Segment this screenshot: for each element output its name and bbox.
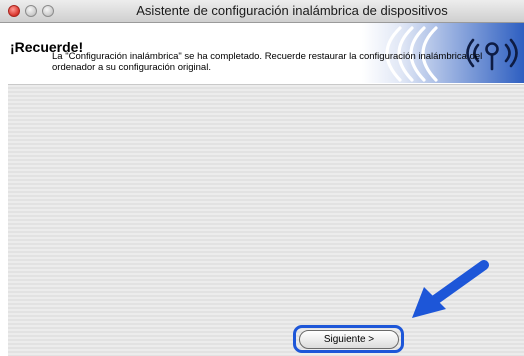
title-bar[interactable]: Asistente de configuración inalámbrica d… <box>0 0 524 23</box>
zoom-window-button[interactable] <box>42 5 54 17</box>
next-button[interactable]: Siguiente > <box>299 330 399 349</box>
window-title: Asistente de configuración inalámbrica d… <box>136 3 448 18</box>
completion-message: La "Configuración inalámbrica" se ha com… <box>52 51 483 73</box>
minimize-window-button[interactable] <box>25 5 37 17</box>
pointer-arrow-icon <box>412 260 489 318</box>
close-window-button[interactable] <box>8 5 20 17</box>
assistant-window: Asistente de configuración inalámbrica d… <box>0 0 524 356</box>
